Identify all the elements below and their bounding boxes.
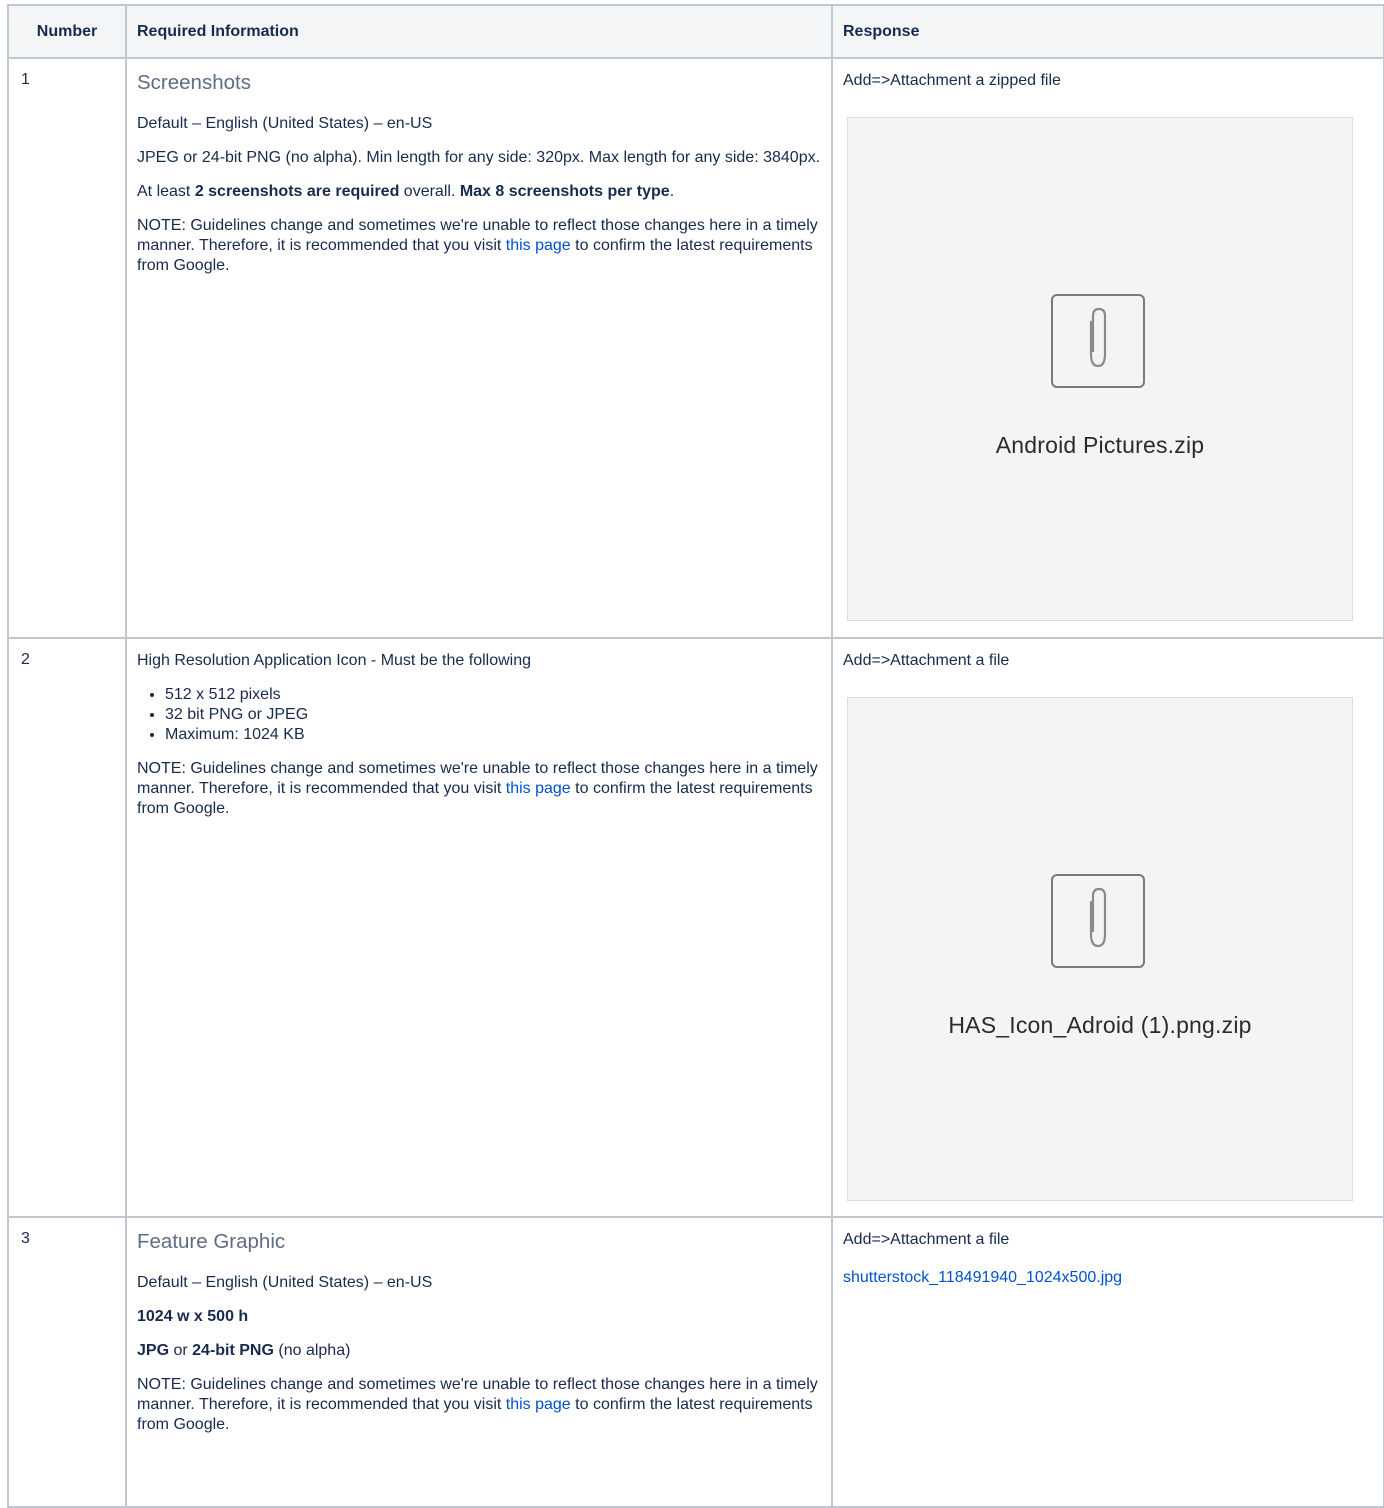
format-requirements: JPEG or 24-bit PNG (no alpha). Min lengt… xyxy=(137,149,821,166)
section-heading: Feature Graphic xyxy=(137,1230,286,1253)
row-number: 3 xyxy=(7,1216,127,1508)
attachment-preview[interactable]: Android Pictures.zip xyxy=(847,117,1353,621)
this-page-link[interactable]: this page xyxy=(506,237,571,254)
default-locale: Default – English (United States) – en-U… xyxy=(137,1274,433,1291)
list-item: 512 x 512 pixels xyxy=(165,685,821,705)
table-row: 1 Screenshots Default – English (United … xyxy=(7,57,1384,639)
required-information-cell: Feature Graphic Default – English (Unite… xyxy=(125,1216,833,1508)
attachment-filename: Android Pictures.zip xyxy=(995,432,1205,458)
row-number: 1 xyxy=(7,57,127,639)
default-locale: Default – English (United States) – en-U… xyxy=(137,115,433,132)
list-item: Maximum: 1024 KB xyxy=(165,725,821,745)
response-label: Add=>Attachment a zipped file xyxy=(843,72,1061,89)
list-item: 32 bit PNG or JPEG xyxy=(165,705,821,725)
attachment-filename: HAS_Icon_Adroid (1).png.zip xyxy=(948,1012,1252,1038)
response-label: Add=>Attachment a file xyxy=(843,1231,1010,1248)
section-heading: Screenshots xyxy=(137,71,251,94)
graphic-size: 1024 w x 500 h xyxy=(137,1308,249,1325)
guidelines-note: NOTE: Guidelines change and sometimes we… xyxy=(137,1376,818,1433)
response-cell: Add=>Attachment a file shutterstock_1184… xyxy=(831,1216,1384,1508)
table-row: 3 Feature Graphic Default – English (Uni… xyxy=(7,1216,1384,1508)
this-page-link[interactable]: this page xyxy=(506,1396,571,1413)
column-header-number: Number xyxy=(7,4,127,59)
paperclip-icon xyxy=(1051,294,1145,388)
response-cell: Add=>Attachment a file HAS_Icon_Adroid (… xyxy=(831,637,1384,1218)
icon-requirements-list: 512 x 512 pixels 32 bit PNG or JPEG Maxi… xyxy=(137,685,821,745)
requirements-table-wrapper: Number Required Information Response 1 S… xyxy=(7,4,1384,1508)
guidelines-note: NOTE: Guidelines change and sometimes we… xyxy=(137,760,818,817)
table-row: 2 High Resolution Application Icon - Mus… xyxy=(7,637,1384,1218)
guidelines-note: NOTE: Guidelines change and sometimes we… xyxy=(137,217,818,274)
column-header-required-information: Required Information xyxy=(125,4,833,59)
icon-requirements-intro: High Resolution Application Icon - Must … xyxy=(137,652,531,669)
this-page-link[interactable]: this page xyxy=(506,780,571,797)
table-header-row: Number Required Information Response xyxy=(7,4,1384,59)
column-header-response: Response xyxy=(831,4,1384,59)
paperclip-icon xyxy=(1051,874,1145,968)
graphic-format: JPG or 24-bit PNG (no alpha) xyxy=(137,1342,351,1359)
response-cell: Add=>Attachment a zipped file Android Pi… xyxy=(831,57,1384,639)
attachment-preview[interactable]: HAS_Icon_Adroid (1).png.zip xyxy=(847,697,1353,1201)
response-label: Add=>Attachment a file xyxy=(843,652,1010,669)
required-information-cell: High Resolution Application Icon - Must … xyxy=(125,637,833,1218)
required-information-cell: Screenshots Default – English (United St… xyxy=(125,57,833,639)
screenshot-count-requirement: At least 2 screenshots are required over… xyxy=(137,183,675,200)
attachment-link[interactable]: shutterstock_118491940_1024x500.jpg xyxy=(843,1268,1373,1288)
requirements-table: Number Required Information Response 1 S… xyxy=(7,4,1384,1508)
row-number: 2 xyxy=(7,637,127,1218)
